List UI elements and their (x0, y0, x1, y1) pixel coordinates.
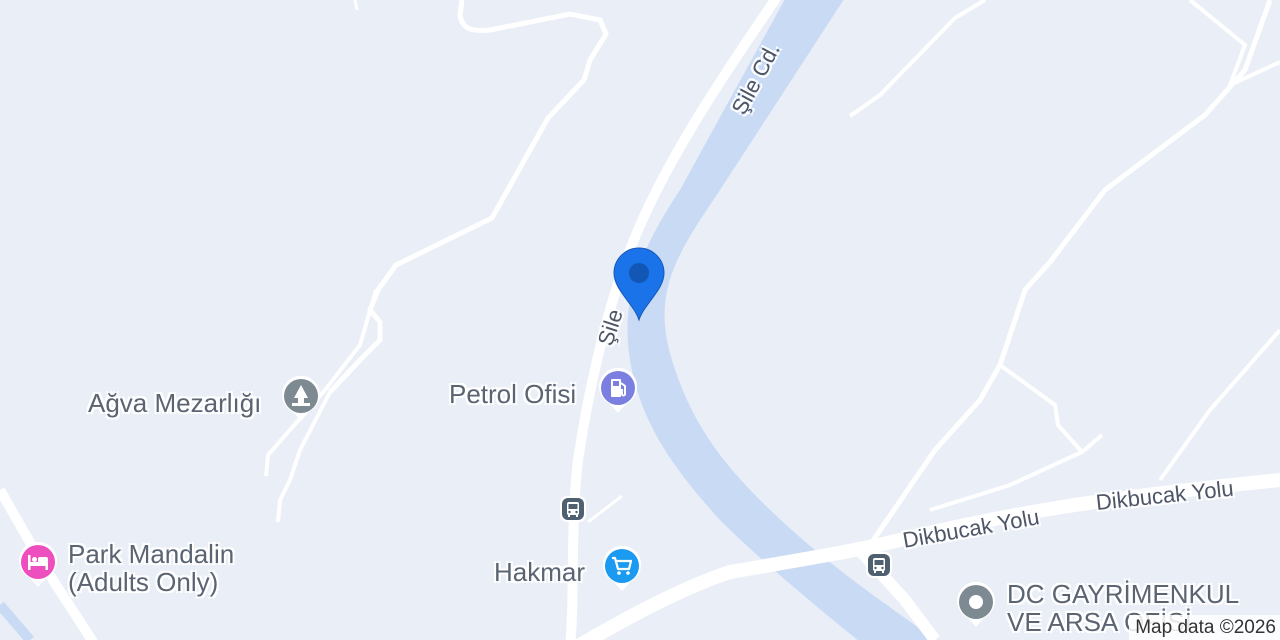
poi-label-dc-gayrimenkul-line1: DC GAYRİMENKUL (1007, 579, 1240, 609)
poi-petrol-ofisi[interactable] (598, 367, 638, 414)
shopping-cart-icon (603, 545, 641, 591)
road-minor-1 (328, 0, 609, 394)
place-icon (957, 581, 995, 627)
bus-stop-icon (866, 552, 892, 578)
poi-label-park-mandalin-line1: Park Mandalin (68, 539, 235, 569)
cemetery-icon (282, 375, 320, 421)
bus-stop-1[interactable] (559, 495, 587, 523)
location-pin-icon (613, 247, 665, 322)
map-canvas[interactable]: Şile Cd. Şile Dikbucak Yolu Dikbucak Yol… (0, 0, 1280, 640)
bus-stop-2[interactable] (865, 551, 893, 579)
poi-label-park-mandalin: Park Mandalin (Adults Only) (68, 540, 234, 596)
bus-stop-icon (560, 496, 586, 522)
poi-label-park-mandalin-line2: (Adults Only) (68, 567, 219, 597)
poi-label-petrol-ofisi: Petrol Ofisi (449, 379, 577, 409)
road-minor-5 (587, 494, 623, 524)
road-ne-2 (867, 0, 1273, 547)
road-ne-6 (1158, 328, 1280, 482)
road-minor-4 (353, 0, 359, 11)
map-attribution[interactable]: Map data ©2026 (1129, 615, 1280, 640)
poi-label-hakmar: Hakmar (494, 557, 586, 587)
hotel-icon (19, 541, 57, 587)
poi-dc-gayrimenkul[interactable] (956, 581, 996, 628)
poi-park-mandalin[interactable] (18, 541, 58, 588)
poi-agva-mezarligi[interactable] (281, 375, 321, 422)
road-ne-4 (998, 363, 1104, 455)
location-pin[interactable] (612, 246, 666, 322)
road-west-2 (0, 601, 34, 640)
gas-station-icon (599, 367, 637, 413)
poi-hakmar[interactable] (602, 545, 642, 592)
road-ne-1 (848, 0, 987, 118)
poi-label-agva-mezarligi: Ağva Mezarlığı (88, 388, 262, 418)
